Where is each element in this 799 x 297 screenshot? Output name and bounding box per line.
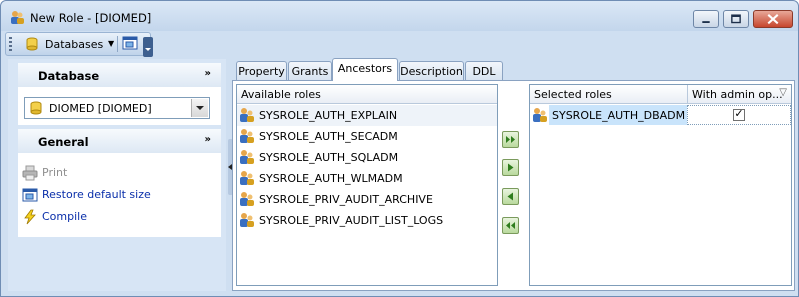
tab-property[interactable]: Property — [236, 61, 287, 81]
arrow-left-icon — [507, 192, 513, 201]
role-icon — [533, 108, 547, 122]
minimize-button[interactable] — [693, 10, 719, 28]
chevron-down-icon — [145, 48, 151, 51]
list-item[interactable]: SYSROLE_PRIV_AUDIT_LIST_LOGS — [237, 210, 497, 231]
window-title: New Role - [DIOMED] — [30, 11, 152, 25]
list-item[interactable]: SYSROLE_AUTH_EXPLAIN — [237, 105, 497, 126]
minimize-icon — [702, 21, 710, 23]
restore-default-size-action[interactable]: Restore default size — [22, 186, 182, 204]
selected-roles-header-label: Selected roles — [534, 88, 612, 101]
close-button[interactable] — [753, 10, 793, 28]
database-group-header[interactable]: Database » — [18, 63, 221, 87]
restore-window-icon — [122, 36, 138, 50]
printer-icon — [22, 165, 38, 181]
role-name: SYSROLE_AUTH_SQLADM — [259, 151, 399, 164]
role-icon — [240, 171, 254, 185]
list-item[interactable]: SYSROLE_PRIV_AUDIT_ARCHIVE — [237, 189, 497, 210]
with-admin-option-cell[interactable]: ✓ — [687, 105, 791, 125]
role-name: SYSROLE_AUTH_WLMADM — [259, 172, 403, 185]
role-name: SYSROLE_PRIV_AUDIT_LIST_LOGS — [259, 214, 444, 227]
general-group: General » Print Restore default size Com… — [18, 129, 221, 237]
double-arrow-right-icon — [506, 136, 515, 143]
window: New Role - [DIOMED] Databases ▼ Database… — [0, 0, 799, 297]
title-bar: New Role - [DIOMED] — [1, 1, 798, 31]
selected-roles-header[interactable]: Selected roles — [530, 85, 687, 104]
add-button[interactable] — [502, 159, 519, 176]
navigation-panel: Database » DIOMED [DIOMED] General » Pri — [8, 59, 226, 291]
restore-default-size-label: Restore default size — [42, 188, 151, 201]
available-roles-grid[interactable]: Available roles SYSROLE_AUTH_EXPLAIN SYS… — [236, 84, 498, 286]
collapse-icon[interactable]: » — [205, 134, 211, 145]
toolbar-grip[interactable] — [9, 37, 12, 51]
tab-grants-label: Grants — [291, 65, 329, 78]
database-group: Database » DIOMED [DIOMED] — [18, 63, 221, 125]
remove-all-button[interactable] — [502, 217, 519, 234]
database-select[interactable]: DIOMED [DIOMED] — [24, 97, 210, 119]
list-item[interactable]: SYSROLE_AUTH_SECADM — [237, 126, 497, 147]
table-row[interactable]: SYSROLE_AUTH_DBADM — [530, 105, 687, 126]
role-icon — [240, 129, 254, 143]
collapse-icon[interactable]: » — [205, 68, 211, 79]
role-name: SYSROLE_AUTH_EXPLAIN — [259, 109, 398, 122]
tab-ancestors[interactable]: Ancestors — [332, 58, 398, 81]
database-icon — [30, 101, 42, 115]
maximize-button[interactable] — [723, 10, 749, 28]
chevron-down-icon — [196, 106, 204, 110]
general-group-title: General — [38, 135, 89, 149]
with-admin-option-checkbox[interactable]: ✓ — [733, 107, 745, 121]
with-admin-option-header-label: With admin op... — [692, 88, 783, 101]
tab-ddl[interactable]: DDL — [465, 61, 503, 81]
compile-action[interactable]: Compile — [22, 208, 122, 226]
databases-label: Databases — [45, 38, 104, 51]
compile-label: Compile — [42, 210, 87, 223]
role-icon — [240, 213, 254, 227]
tab-description[interactable]: Description — [399, 61, 464, 81]
filter-icon[interactable]: ▽ — [779, 87, 787, 98]
tab-grants[interactable]: Grants — [288, 61, 332, 81]
role-icon — [11, 11, 24, 24]
list-item[interactable]: SYSROLE_AUTH_WLMADM — [237, 168, 497, 189]
available-roles-header[interactable]: Available roles — [237, 85, 497, 104]
role-icon — [240, 108, 254, 122]
tab-ddl-label: DDL — [472, 65, 496, 78]
editor-panel: Property Grants Ancestors Description DD… — [232, 58, 795, 291]
remove-button[interactable] — [502, 188, 519, 205]
tab-property-label: Property — [238, 65, 285, 78]
role-icon — [240, 150, 254, 164]
role-name: SYSROLE_AUTH_SECADM — [259, 130, 398, 143]
print-action[interactable]: Print — [22, 164, 102, 182]
available-roles-header-label: Available roles — [241, 88, 321, 101]
toolbar-options-button[interactable] — [143, 37, 153, 57]
general-group-header[interactable]: General » — [18, 129, 221, 153]
maximize-icon — [731, 14, 741, 24]
arrow-right-icon — [508, 163, 514, 172]
database-icon — [26, 37, 38, 51]
selected-roles-grid[interactable]: Selected roles With admin op... ▽ SYSROL… — [529, 84, 792, 286]
checkmark-icon: ✓ — [734, 107, 744, 120]
ancestors-tab-content: Available roles SYSROLE_AUTH_EXPLAIN SYS… — [232, 80, 795, 291]
list-item[interactable]: SYSROLE_AUTH_SQLADM — [237, 147, 497, 168]
databases-dropdown-button[interactable]: Databases ▼ — [17, 35, 117, 53]
tab-description-label: Description — [400, 65, 463, 78]
role-icon — [240, 192, 254, 206]
toolbar-separator — [117, 36, 118, 52]
close-icon — [767, 14, 779, 25]
restore-size-button[interactable] — [121, 35, 141, 53]
database-select-dropdown[interactable] — [191, 99, 208, 117]
double-arrow-left-icon — [506, 222, 515, 229]
database-select-value: DIOMED [DIOMED] — [49, 102, 152, 115]
with-admin-option-header[interactable]: With admin op... ▽ — [687, 85, 791, 104]
restore-window-icon — [22, 188, 38, 202]
role-name: SYSROLE_PRIV_AUDIT_ARCHIVE — [259, 193, 433, 206]
chevron-down-icon: ▼ — [108, 39, 115, 48]
lightning-icon — [24, 209, 36, 225]
database-group-title: Database — [38, 69, 100, 83]
role-name: SYSROLE_AUTH_DBADM — [552, 109, 686, 122]
print-label: Print — [42, 166, 68, 179]
toolbar: Databases ▼ — [5, 32, 153, 57]
tab-ancestors-label: Ancestors — [337, 62, 393, 75]
add-all-button[interactable] — [502, 131, 519, 148]
